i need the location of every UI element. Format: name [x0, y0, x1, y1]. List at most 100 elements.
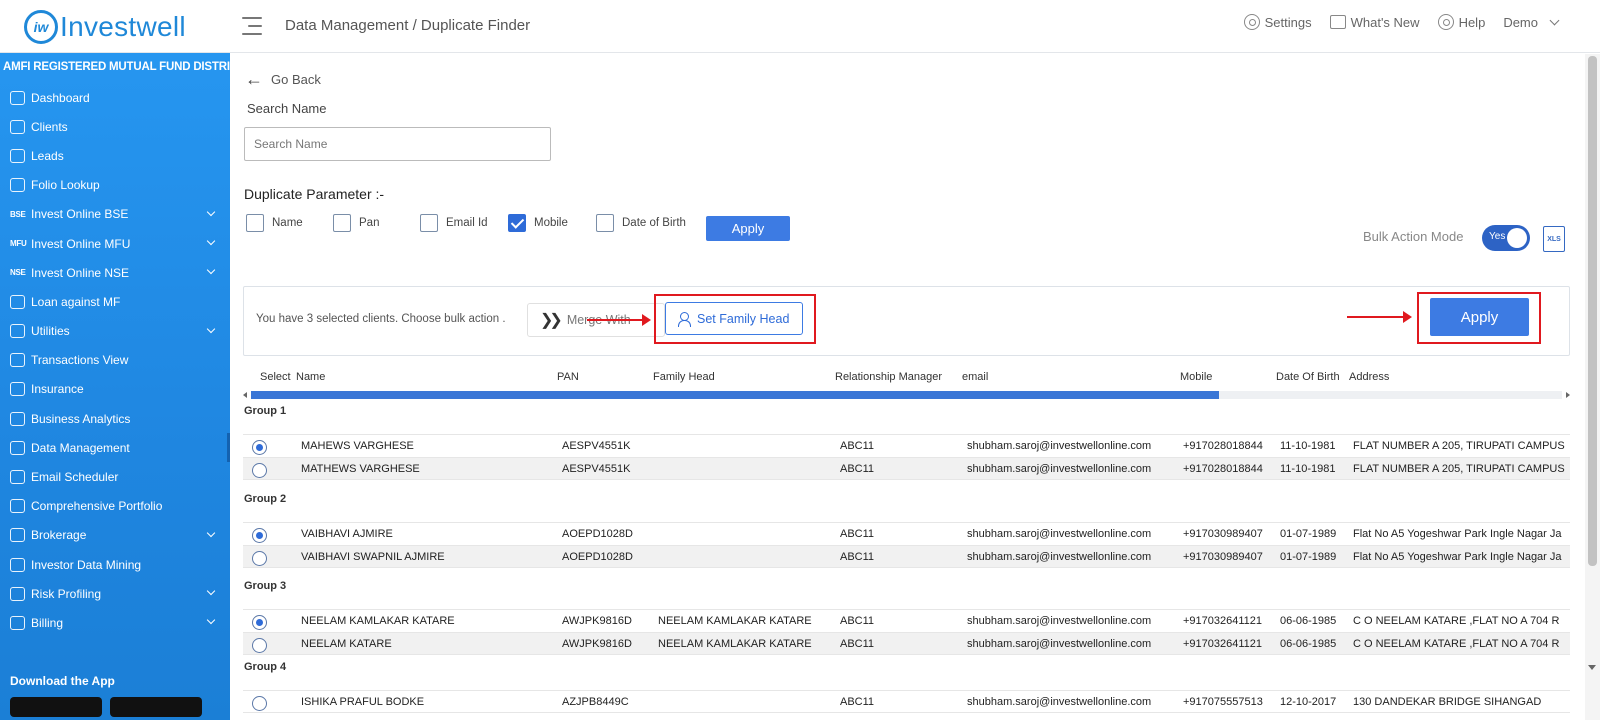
- cell-address: FLAT NUMBER A 205, TIRUPATI CAMPUS: [1353, 440, 1565, 452]
- header-select: Select: [260, 371, 291, 383]
- sidebar-item-insurance[interactable]: Insurance: [0, 375, 230, 404]
- sidebar-item-comprehensive-portfolio[interactable]: Comprehensive Portfolio: [0, 492, 230, 521]
- table-row[interactable]: MAHEWS VARGHESE AESPV4551K ABC11 shubham.sa…: [243, 434, 1570, 457]
- scroll-down-icon[interactable]: [1588, 665, 1596, 670]
- insurance-icon: [10, 382, 25, 397]
- select-radio[interactable]: [252, 440, 267, 455]
- sidebar-item-invest-online-mfu[interactable]: MFU Invest Online MFU: [0, 229, 230, 258]
- sidebar-item-business-analytics[interactable]: Business Analytics: [0, 404, 230, 433]
- bulk-apply-button[interactable]: Apply: [1430, 298, 1529, 336]
- param-pan-checkbox[interactable]: [333, 214, 351, 232]
- google-play-badge[interactable]: [10, 697, 102, 717]
- select-radio[interactable]: [252, 696, 267, 711]
- whats-new-label: What's New: [1350, 14, 1420, 30]
- apply-parameters-button[interactable]: Apply: [706, 216, 790, 241]
- cell-address: C O NEELAM KATARE ,FLAT NO A 704 R: [1353, 615, 1560, 627]
- settings-link[interactable]: Settings: [1243, 14, 1312, 30]
- sidebar-item-email-scheduler[interactable]: Email Scheduler: [0, 462, 230, 491]
- data-management-icon: [10, 440, 25, 455]
- cell-name: VAIBHAVI AJMIRE: [301, 528, 393, 540]
- help-link[interactable]: Help: [1437, 14, 1486, 30]
- scroll-right-icon[interactable]: [1566, 392, 1570, 398]
- lifebuoy-icon: [1437, 14, 1454, 30]
- cell-email: shubham.saroj@investwellonline.com: [967, 528, 1152, 540]
- bulk-action-mode-toggle[interactable]: Yes: [1482, 225, 1530, 251]
- app-store-badge[interactable]: [110, 697, 202, 717]
- param-email-id-checkbox[interactable]: [420, 214, 438, 232]
- sidebar-item-clients[interactable]: Clients: [0, 112, 230, 141]
- sidebar-item-risk-profiling[interactable]: Risk Profiling: [0, 579, 230, 608]
- vertical-scroll-thumb[interactable]: [1588, 56, 1597, 566]
- bulk-action-panel: You have 3 selected clients. Choose bulk…: [243, 286, 1570, 356]
- xls-download-icon[interactable]: XLS: [1543, 226, 1565, 252]
- select-radio[interactable]: [252, 463, 267, 478]
- header-mobile[interactable]: Mobile: [1180, 371, 1212, 383]
- sidebar-item-label: Business Analytics: [31, 411, 131, 426]
- param-mobile-checkbox[interactable]: [508, 214, 526, 232]
- table-row[interactable]: NEELAM KATARE AWJPK9816D NEELAM KAMLAKAR K…: [243, 632, 1570, 655]
- table-row[interactable]: NEELAM KAMLAKAR KATARE AWJPK9816D NEELAM K…: [243, 609, 1570, 632]
- sidebar-item-billing[interactable]: Billing: [0, 608, 230, 637]
- sidebar-item-label: Invest Online BSE: [31, 207, 129, 222]
- header-date-of-birth[interactable]: Date Of Birth: [1276, 371, 1340, 383]
- investwell-logo[interactable]: iw Investwell: [24, 10, 186, 44]
- sidebar-item-folio-lookup[interactable]: Folio Lookup: [0, 171, 230, 200]
- param-date-of-birth-checkbox[interactable]: [596, 214, 614, 232]
- sidebar-item-label: Invest Online MFU: [31, 236, 131, 251]
- cell-relationship-manager: ABC11: [840, 615, 875, 627]
- cell-email: shubham.saroj@investwellonline.com: [967, 638, 1152, 650]
- amfi-tagline: AMFI REGISTERED MUTUAL FUND DISTRIBUTOR: [3, 61, 230, 73]
- hamburger-menu-icon[interactable]: [242, 17, 262, 35]
- select-radio[interactable]: [252, 551, 267, 566]
- sidebar-item-brokerage[interactable]: Brokerage: [0, 521, 230, 550]
- header-email[interactable]: email: [962, 371, 988, 383]
- chevron-down-icon: [206, 265, 216, 275]
- bulk-selection-message: You have 3 selected clients. Choose bulk…: [256, 313, 506, 325]
- header-pan[interactable]: PAN: [557, 371, 579, 383]
- table-row[interactable]: VAIBHAVI SWAPNIL AJMIRE AOEPD1028D ABC11 sh…: [243, 545, 1570, 568]
- sidebar-item-leads[interactable]: Leads: [0, 141, 230, 170]
- param-email-id[interactable]: Email Id: [420, 214, 488, 232]
- table-row[interactable]: ISHIKA PRAFUL BODKE AZJPB8449C ABC11 shubha…: [243, 690, 1570, 713]
- scroll-thumb[interactable]: [251, 391, 1219, 399]
- chevron-down-icon: [206, 616, 216, 625]
- cell-date-of-birth: 11-10-1981: [1280, 463, 1336, 475]
- sidebar-item-loan-against-mf[interactable]: Loan against MF: [0, 287, 230, 316]
- param-pan[interactable]: Pan: [333, 214, 379, 232]
- select-radio[interactable]: [252, 638, 267, 653]
- table-row[interactable]: VAIBHAVI AJMIRE AOEPD1028D ABC11 shubham.sa…: [243, 522, 1570, 545]
- scroll-left-icon[interactable]: [243, 392, 247, 398]
- top-bar: iw Investwell Data Management / Duplicat…: [0, 0, 1600, 53]
- header-address[interactable]: Address: [1349, 371, 1389, 383]
- param-mobile[interactable]: Mobile: [508, 214, 568, 232]
- param-name[interactable]: Name: [246, 214, 303, 232]
- sidebar-item-invest-online-nse[interactable]: NSE Invest Online NSE: [0, 258, 230, 287]
- table-row[interactable]: MATHEWS VARGHESE AESPV4551K ABC11 shubham.s…: [243, 457, 1570, 480]
- sidebar-item-label: Dashboard: [31, 90, 90, 105]
- sidebar-item-data-management[interactable]: Data Management: [0, 433, 230, 463]
- sidebar-item-investor-data-mining[interactable]: Investor Data Mining: [0, 550, 230, 579]
- select-radio[interactable]: [252, 615, 267, 630]
- sidebar-item-transactions-view[interactable]: Transactions View: [0, 346, 230, 375]
- chevron-down-icon: [1549, 15, 1560, 25]
- sidebar-item-invest-online-bse[interactable]: BSE Invest Online BSE: [0, 200, 230, 229]
- help-label: Help: [1458, 14, 1486, 30]
- user-menu[interactable]: Demo: [1503, 15, 1560, 30]
- param-name-checkbox[interactable]: [246, 214, 264, 232]
- select-radio[interactable]: [252, 528, 267, 543]
- set-family-head-button[interactable]: Set Family Head: [665, 302, 803, 335]
- cell-name: MAHEWS VARGHESE: [301, 440, 414, 452]
- param-date-of-birth[interactable]: Date of Birth: [596, 214, 686, 232]
- main-content: ← Go Back Search Name Duplicate Paramete…: [230, 54, 1585, 720]
- email-scheduler-icon: [10, 470, 25, 485]
- sidebar-item-utilities[interactable]: Utilities: [0, 317, 230, 346]
- header-relationship-manager[interactable]: Relationship Manager: [835, 371, 942, 383]
- horizontal-scrollbar[interactable]: [243, 389, 1570, 401]
- sidebar-item-label: Invest Online NSE: [31, 265, 130, 280]
- header-family-head[interactable]: Family Head: [653, 371, 715, 383]
- whats-new-link[interactable]: What's New: [1329, 14, 1420, 30]
- search-name-input[interactable]: [244, 127, 551, 161]
- sidebar-item-dashboard[interactable]: Dashboard: [0, 83, 230, 112]
- header-name[interactable]: Name: [296, 371, 325, 383]
- go-back-link[interactable]: ← Go Back: [245, 69, 321, 90]
